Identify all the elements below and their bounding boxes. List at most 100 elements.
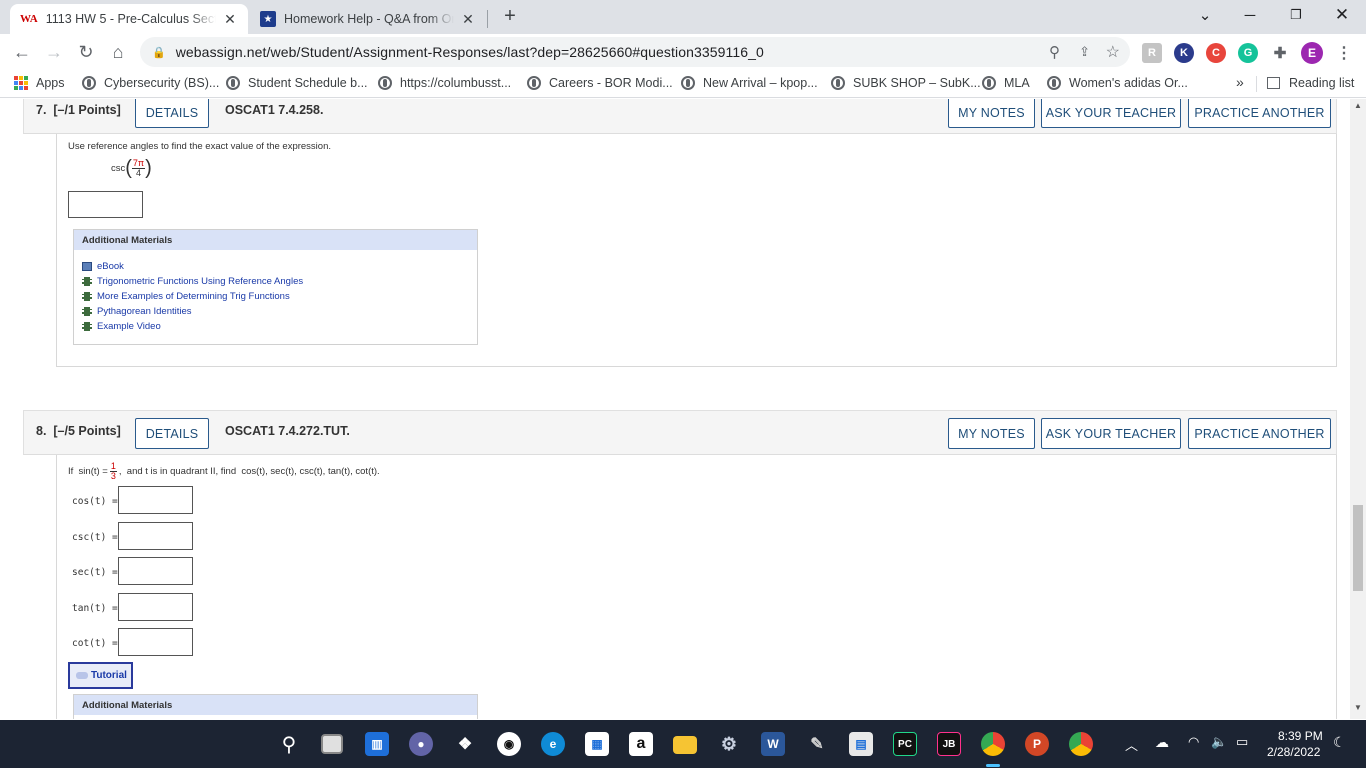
forward-icon[interactable]: → <box>40 38 68 66</box>
video-link[interactable]: More Examples of Determining Trig Functi… <box>74 289 477 304</box>
cot-input[interactable] <box>118 628 193 656</box>
question-7-expression: csc ( 7π 4 ) <box>111 157 152 179</box>
bookmark-item[interactable]: Women's adidas Or... <box>1047 76 1188 90</box>
expression-fraction: 7π 4 <box>131 157 146 178</box>
ebook-link[interactable]: eBook <box>74 259 477 274</box>
bookmark-item[interactable]: Cybersecurity (BS)... <box>82 76 219 90</box>
clock-time[interactable]: 8:39 PM <box>1278 729 1323 743</box>
my-notes-button[interactable]: MY NOTES <box>948 418 1035 449</box>
dropbox-icon[interactable]: ❖ <box>453 732 477 756</box>
bookmark-apps[interactable]: Apps <box>14 76 65 90</box>
bookmark-label: https://columbusst... <box>400 76 512 90</box>
start-windows-icon[interactable] <box>233 732 257 756</box>
amazon-icon[interactable]: a <box>629 732 653 756</box>
wifi-icon[interactable]: ◠ <box>1188 734 1199 750</box>
share-icon[interactable]: ⇪ <box>1079 44 1090 60</box>
answer-input[interactable] <box>68 191 143 218</box>
profile-avatar[interactable]: E <box>1301 42 1323 64</box>
ask-your-teacher-button[interactable]: ASK YOUR TEACHER <box>1041 418 1181 449</box>
globe-icon <box>681 76 695 90</box>
bookmark-star-icon[interactable]: ☆ <box>1106 42 1120 62</box>
pycharm-icon[interactable]: PC <box>893 732 917 756</box>
volume-icon[interactable]: 🔈 <box>1211 734 1227 750</box>
tab-title: Homework Help - Q&A from Onl <box>284 12 454 26</box>
extensions-puzzle-icon[interactable]: ✚ <box>1270 43 1290 63</box>
chrome-icon[interactable] <box>981 732 1005 756</box>
tray-overflow-icon[interactable]: ︿ <box>1125 735 1138 754</box>
task-view-icon[interactable] <box>321 734 343 754</box>
bookmark-item[interactable]: New Arrival – kpop... <box>681 76 818 90</box>
question-7-prompt: Use reference angles to find the exact v… <box>68 141 331 152</box>
my-notes-button[interactable]: MY NOTES <box>948 99 1035 128</box>
bookmarks-overflow-button[interactable]: » <box>1236 74 1244 90</box>
video-link[interactable]: Example Video <box>74 319 477 334</box>
video-link[interactable]: Trigonometric Functions Using Reference … <box>74 274 477 289</box>
menu-kebab-icon[interactable]: ⋮ <box>1334 43 1354 63</box>
store-icon[interactable]: ▦ <box>585 732 609 756</box>
widgets-icon[interactable]: ▥ <box>365 732 389 756</box>
details-button[interactable]: DETAILS <box>135 418 209 449</box>
zoom-icon[interactable]: ⚲ <box>1049 43 1060 61</box>
tan-input[interactable] <box>118 593 193 621</box>
tutorial-button[interactable]: Tutorial <box>68 662 133 689</box>
minimize-button[interactable]: ─ <box>1227 0 1273 30</box>
notifications-icon[interactable]: ☾ <box>1333 734 1346 751</box>
onedrive-icon[interactable]: ☁ <box>1155 734 1169 751</box>
cos-input[interactable] <box>118 486 193 514</box>
scrollbar-thumb[interactable] <box>1353 505 1363 591</box>
tab-search-icon[interactable]: ⌄ <box>1182 0 1228 30</box>
new-tab-button[interactable]: + <box>498 4 522 28</box>
page-scrollbar[interactable]: ▲ ▼ <box>1350 99 1366 719</box>
tutorial-icon <box>76 672 88 679</box>
extension-k-icon[interactable]: K <box>1174 43 1194 63</box>
bookmark-item[interactable]: SUBK SHOP – SubK... <box>831 76 981 90</box>
scroll-up-arrow-icon[interactable]: ▲ <box>1350 101 1366 115</box>
grammarly-icon[interactable]: G <box>1238 43 1258 63</box>
chrome-profile-icon[interactable] <box>1069 732 1093 756</box>
bookmark-item[interactable]: Student Schedule b... <box>226 76 368 90</box>
book-icon <box>82 262 92 271</box>
powerpoint-icon[interactable]: P <box>1025 732 1049 756</box>
battery-icon[interactable]: ▭ <box>1236 734 1248 750</box>
csc-input[interactable] <box>118 522 193 550</box>
edge-icon[interactable]: e <box>541 732 565 756</box>
tab-webassign[interactable]: WA 1113 HW 5 - Pre-Calculus Sectio ✕ <box>10 4 248 34</box>
pen-icon[interactable]: ✎ <box>805 732 829 756</box>
reload-icon[interactable]: ↻ <box>72 38 100 66</box>
close-window-button[interactable]: ✕ <box>1319 0 1365 30</box>
bookmark-label: Apps <box>36 76 65 90</box>
restore-button[interactable]: ❐ <box>1273 0 1319 30</box>
practice-another-button[interactable]: PRACTICE ANOTHER <box>1188 418 1331 449</box>
jetbrains-icon[interactable]: JB <box>937 732 961 756</box>
sec-input[interactable] <box>118 557 193 585</box>
details-button[interactable]: DETAILS <box>135 99 209 128</box>
document-app-icon[interactable]: ▤ <box>849 732 873 756</box>
ask-your-teacher-button[interactable]: ASK YOUR TEACHER <box>1041 99 1181 128</box>
home-icon[interactable]: ⌂ <box>104 38 132 66</box>
clock-date[interactable]: 2/28/2022 <box>1267 745 1320 759</box>
extension-c-icon[interactable]: C <box>1206 43 1226 63</box>
reading-list-button[interactable]: Reading list <box>1267 76 1354 90</box>
close-tab-icon[interactable]: ✕ <box>460 11 476 27</box>
file-explorer-icon[interactable] <box>673 736 697 754</box>
extension-r-icon[interactable]: R <box>1142 43 1162 63</box>
search-icon[interactable]: ⚲ <box>277 732 301 756</box>
bookmark-item[interactable]: Careers - BOR Modi... <box>527 76 673 90</box>
practice-another-button[interactable]: PRACTICE ANOTHER <box>1188 99 1331 128</box>
bookmark-item[interactable]: MLA <box>982 76 1030 90</box>
video-link[interactable]: Pythagorean Identities <box>74 304 477 319</box>
tab-homework-help[interactable]: ★ Homework Help - Q&A from Onl ✕ <box>250 4 486 34</box>
word-icon[interactable]: W <box>761 732 785 756</box>
tab-title: 1113 HW 5 - Pre-Calculus Sectio <box>45 12 216 26</box>
back-icon[interactable]: ← <box>8 38 36 66</box>
close-tab-icon[interactable]: ✕ <box>222 11 238 27</box>
bookmark-item[interactable]: https://columbusst... <box>378 76 511 90</box>
github-icon[interactable]: ◉ <box>497 732 521 756</box>
teams-chat-icon[interactable]: ● <box>409 732 433 756</box>
tan-label: tan(t) = <box>72 603 118 614</box>
url-text: webassign.net/web/Student/Assignment-Res… <box>175 44 764 60</box>
cos-label: cos(t) = <box>72 496 118 507</box>
address-bar[interactable]: 🔒 webassign.net/web/Student/Assignment-R… <box>140 37 1130 67</box>
scroll-down-arrow-icon[interactable]: ▼ <box>1350 703 1366 717</box>
settings-gear-icon[interactable]: ⚙ <box>717 732 741 756</box>
